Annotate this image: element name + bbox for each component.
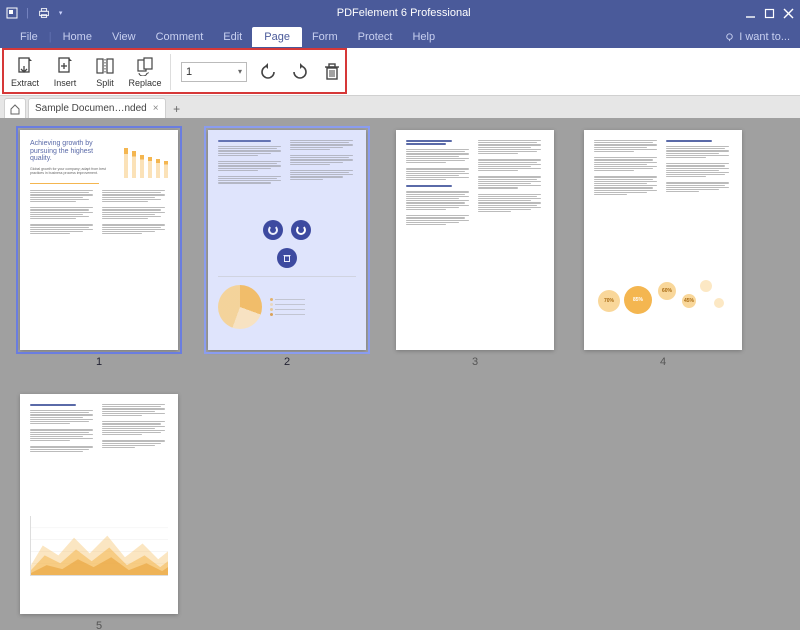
rotate-ccw-button[interactable] <box>257 61 279 83</box>
print-icon[interactable] <box>37 6 51 20</box>
new-tab-button[interactable]: + <box>168 100 186 118</box>
replace-icon <box>135 56 155 76</box>
toolbar-divider <box>170 54 171 90</box>
replace-button[interactable]: Replace <box>126 50 164 94</box>
insert-icon <box>55 56 75 76</box>
page-number-input[interactable]: 1 ▾ <box>181 62 247 82</box>
minimize-icon[interactable] <box>745 8 756 19</box>
page-number-label: 5 <box>96 620 102 630</box>
page-number-label: 2 <box>284 356 290 368</box>
i-want-to-label: I want to... <box>739 31 790 43</box>
document-tab[interactable]: Sample Documen…nded × <box>28 98 166 118</box>
close-icon[interactable] <box>783 8 794 19</box>
menu-comment[interactable]: Comment <box>146 28 214 46</box>
page-number-value: 1 <box>186 66 192 78</box>
page5-area-chart <box>30 516 168 576</box>
split-button[interactable]: Split <box>86 50 124 94</box>
menu-file[interactable]: File <box>10 28 48 46</box>
delete-page-button[interactable] <box>321 61 343 83</box>
app-logo-icon <box>6 7 18 19</box>
menu-form[interactable]: Form <box>302 28 348 46</box>
app-title: PDFelement 6 Professional <box>62 7 745 19</box>
menu-edit[interactable]: Edit <box>213 28 252 46</box>
page-number-label: 4 <box>660 356 666 368</box>
page1-subheading: Global growth for your company; adapt fr… <box>30 167 106 175</box>
page1-heading: Achieving growth by pursuing the highest… <box>30 140 106 163</box>
maximize-icon[interactable] <box>764 8 775 19</box>
menu-protect[interactable]: Protect <box>348 28 403 46</box>
title-bar: | ▾ PDFelement 6 Professional <box>0 0 800 26</box>
split-label: Split <box>96 78 114 88</box>
page-thumbnail[interactable]: 5 <box>20 394 178 630</box>
page-thumbnail-image: Achieving growth by pursuing the highest… <box>20 130 178 350</box>
page-thumbnail-image <box>20 394 178 614</box>
menu-page[interactable]: Page <box>252 27 302 47</box>
menu-view[interactable]: View <box>102 28 146 46</box>
page1-bar-chart <box>118 140 168 178</box>
page-thumbnail-image <box>396 130 554 350</box>
page-number-label: 1 <box>96 356 102 368</box>
rotate-cw-button[interactable] <box>289 61 311 83</box>
page4-bubble-chart: 70% 85% 60% 45% <box>594 272 732 322</box>
page-thumbnail[interactable]: Achieving growth by pursuing the highest… <box>20 130 178 368</box>
page-thumbnail[interactable]: 3 <box>396 130 554 368</box>
page-toolbar: Extract Insert Split Replace 1 ▾ <box>0 48 800 96</box>
chevron-down-icon: ▾ <box>238 67 242 76</box>
page-thumbnail[interactable]: 70% 85% 60% 45% 4 <box>584 130 742 368</box>
page-thumbnail-grid[interactable]: Achieving growth by pursuing the highest… <box>0 118 800 630</box>
extract-label: Extract <box>11 78 39 88</box>
split-icon <box>95 56 115 76</box>
page2-pie-chart <box>218 285 262 329</box>
insert-label: Insert <box>54 78 77 88</box>
page-thumbnail-image <box>208 130 366 350</box>
extract-button[interactable]: Extract <box>6 50 44 94</box>
lightbulb-icon <box>724 32 735 43</box>
close-tab-icon[interactable]: × <box>153 103 159 114</box>
document-tab-label: Sample Documen…nded <box>35 103 147 114</box>
page-number-label: 3 <box>472 356 478 368</box>
home-tab[interactable] <box>4 98 26 118</box>
menu-help[interactable]: Help <box>402 28 445 46</box>
document-tab-bar: Sample Documen…nded × + <box>0 96 800 118</box>
extract-icon <box>15 56 35 76</box>
replace-label: Replace <box>128 78 161 88</box>
menu-home[interactable]: Home <box>53 28 102 46</box>
page-thumbnail[interactable]: 2 <box>208 130 366 368</box>
insert-button[interactable]: Insert <box>46 50 84 94</box>
menu-divider: | <box>26 7 29 19</box>
i-want-to[interactable]: I want to... <box>724 31 790 43</box>
page-thumbnail-image: 70% 85% 60% 45% <box>584 130 742 350</box>
menu-bar: File| Home View Comment Edit Page Form P… <box>0 26 800 48</box>
